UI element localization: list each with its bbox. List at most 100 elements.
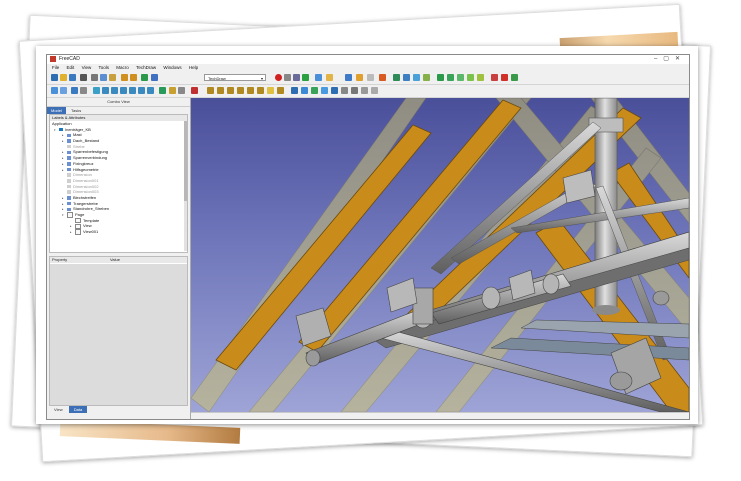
group-icon[interactable] (178, 87, 185, 94)
menu-view[interactable]: View (82, 65, 92, 70)
techdraw-arch-icon[interactable] (467, 74, 474, 81)
centerline-icon[interactable] (331, 87, 338, 94)
techdraw-image-icon[interactable] (511, 74, 518, 81)
property-column-header[interactable]: Property (52, 257, 67, 263)
view-right-icon[interactable] (120, 87, 127, 94)
redo-icon[interactable] (130, 74, 137, 81)
combo-view-tabs: Model Tasks (47, 107, 190, 114)
dim-icon (67, 173, 71, 177)
whatsthis-icon[interactable] (151, 74, 158, 81)
3d-viewport[interactable] (191, 98, 689, 412)
tree-item[interactable]: ▸ View001 (50, 229, 187, 235)
dimension-radius-icon[interactable] (237, 87, 244, 94)
rich-anno-icon[interactable] (311, 87, 318, 94)
macro-run-icon[interactable] (302, 74, 309, 81)
refresh-icon[interactable] (141, 74, 148, 81)
cut-icon[interactable] (91, 74, 98, 81)
workbench-select[interactable]: TechDraw ▾ (204, 74, 266, 81)
techdraw-section-icon[interactable] (403, 74, 410, 81)
tab-tasks[interactable]: Tasks (67, 107, 85, 114)
open-icon[interactable] (60, 74, 67, 81)
techdraw-export-svg-icon[interactable] (491, 74, 498, 81)
folder-icon[interactable] (326, 74, 333, 81)
techdraw-detail-icon[interactable] (413, 74, 420, 81)
techdraw-page-icon[interactable] (345, 74, 352, 81)
tree-item-label: Sparrenbefestigung (73, 149, 108, 155)
new-file-icon[interactable] (51, 74, 58, 81)
fit-selection-icon[interactable] (60, 87, 67, 94)
tab-view[interactable]: View (49, 406, 68, 413)
techdraw-clip-icon[interactable] (437, 74, 444, 81)
window-title: FreeCAD (59, 56, 80, 62)
model-tree[interactable]: Labels & Attributes Application ▾ Inenträ… (49, 114, 188, 253)
folder-icon (67, 201, 71, 206)
combo-view-title: Combo View (47, 98, 190, 107)
tree-item-label: Blechstreifen (73, 194, 97, 200)
measure-distance-icon[interactable] (159, 87, 166, 94)
paste-icon[interactable] (109, 74, 116, 81)
techdraw-annotation-icon[interactable] (423, 74, 430, 81)
draw-style-icon[interactable] (71, 87, 78, 94)
tree-scrollbar-thumb[interactable] (184, 121, 187, 201)
hatch-icon[interactable] (341, 87, 348, 94)
menu-techdraw[interactable]: TechDraw (136, 65, 156, 70)
status-bar (191, 412, 689, 419)
tree-scrollbar[interactable] (184, 121, 187, 251)
techdraw-template-icon[interactable] (356, 74, 363, 81)
macro-stop-icon[interactable] (284, 74, 291, 81)
menu-tools[interactable]: Tools (99, 65, 110, 70)
techdraw-projection-icon[interactable] (393, 74, 400, 81)
weld-symbol-icon[interactable] (361, 87, 368, 94)
fit-all-icon[interactable] (51, 87, 58, 94)
undo-icon[interactable] (121, 74, 128, 81)
save-icon[interactable] (69, 74, 76, 81)
menu-macro[interactable]: Macro (116, 65, 129, 70)
dimension-length-icon[interactable] (207, 87, 214, 94)
view-left-icon[interactable] (147, 87, 154, 94)
tab-model[interactable]: Model (47, 107, 66, 114)
dim-icon (67, 144, 71, 149)
tree-item-label: Page (75, 212, 85, 217)
macro-record-icon[interactable] (275, 74, 282, 81)
menu-windows[interactable]: Windows (163, 65, 181, 70)
link-icon[interactable] (191, 87, 198, 94)
dimension-vertical-icon[interactable] (227, 87, 234, 94)
dimension-3pt-angle-icon[interactable] (267, 87, 274, 94)
tree-item-label: Dimension (73, 172, 92, 178)
macro-edit-icon[interactable] (293, 74, 300, 81)
cosmetic-vertex-icon[interactable] (321, 87, 328, 94)
menu-edit[interactable]: Edit (67, 65, 75, 70)
leader-icon[interactable] (301, 87, 308, 94)
show-all-icon[interactable] (371, 87, 378, 94)
tab-data[interactable]: Data (68, 406, 88, 413)
geom-hatch-icon[interactable] (351, 87, 358, 94)
part-icon[interactable] (169, 87, 176, 94)
view-isometric-icon[interactable] (93, 87, 100, 94)
sync-view-icon[interactable] (80, 87, 87, 94)
techdraw-symbol-icon[interactable] (447, 74, 454, 81)
view-bottom-icon[interactable] (138, 87, 145, 94)
dimension-horizontal-icon[interactable] (217, 87, 224, 94)
value-column-header[interactable]: Value (110, 257, 120, 263)
techdraw-draft-icon[interactable] (457, 74, 464, 81)
view-rear-icon[interactable] (129, 87, 136, 94)
folder-icon (67, 156, 71, 160)
techdraw-view-icon[interactable] (379, 74, 386, 81)
techdraw-redraw-icon[interactable] (367, 74, 374, 81)
property-tabs: View Data (49, 406, 88, 413)
balloon-icon[interactable] (291, 87, 298, 94)
view-top-icon[interactable] (111, 87, 118, 94)
techdraw-export-dxf-icon[interactable] (501, 74, 508, 81)
folder-icon (67, 207, 71, 211)
techdraw-spreadsheet-icon[interactable] (477, 74, 484, 81)
view-icon[interactable] (315, 74, 322, 81)
print-icon[interactable] (80, 74, 87, 81)
dimension-diameter-icon[interactable] (247, 87, 254, 94)
dimension-angle-icon[interactable] (257, 87, 264, 94)
window-controls[interactable]: –▢✕ (654, 55, 686, 64)
menu-file[interactable]: File (52, 65, 59, 70)
copy-icon[interactable] (100, 74, 107, 81)
menu-help[interactable]: Help (189, 65, 198, 70)
view-front-icon[interactable] (102, 87, 109, 94)
dimension-link-icon[interactable] (277, 87, 284, 94)
